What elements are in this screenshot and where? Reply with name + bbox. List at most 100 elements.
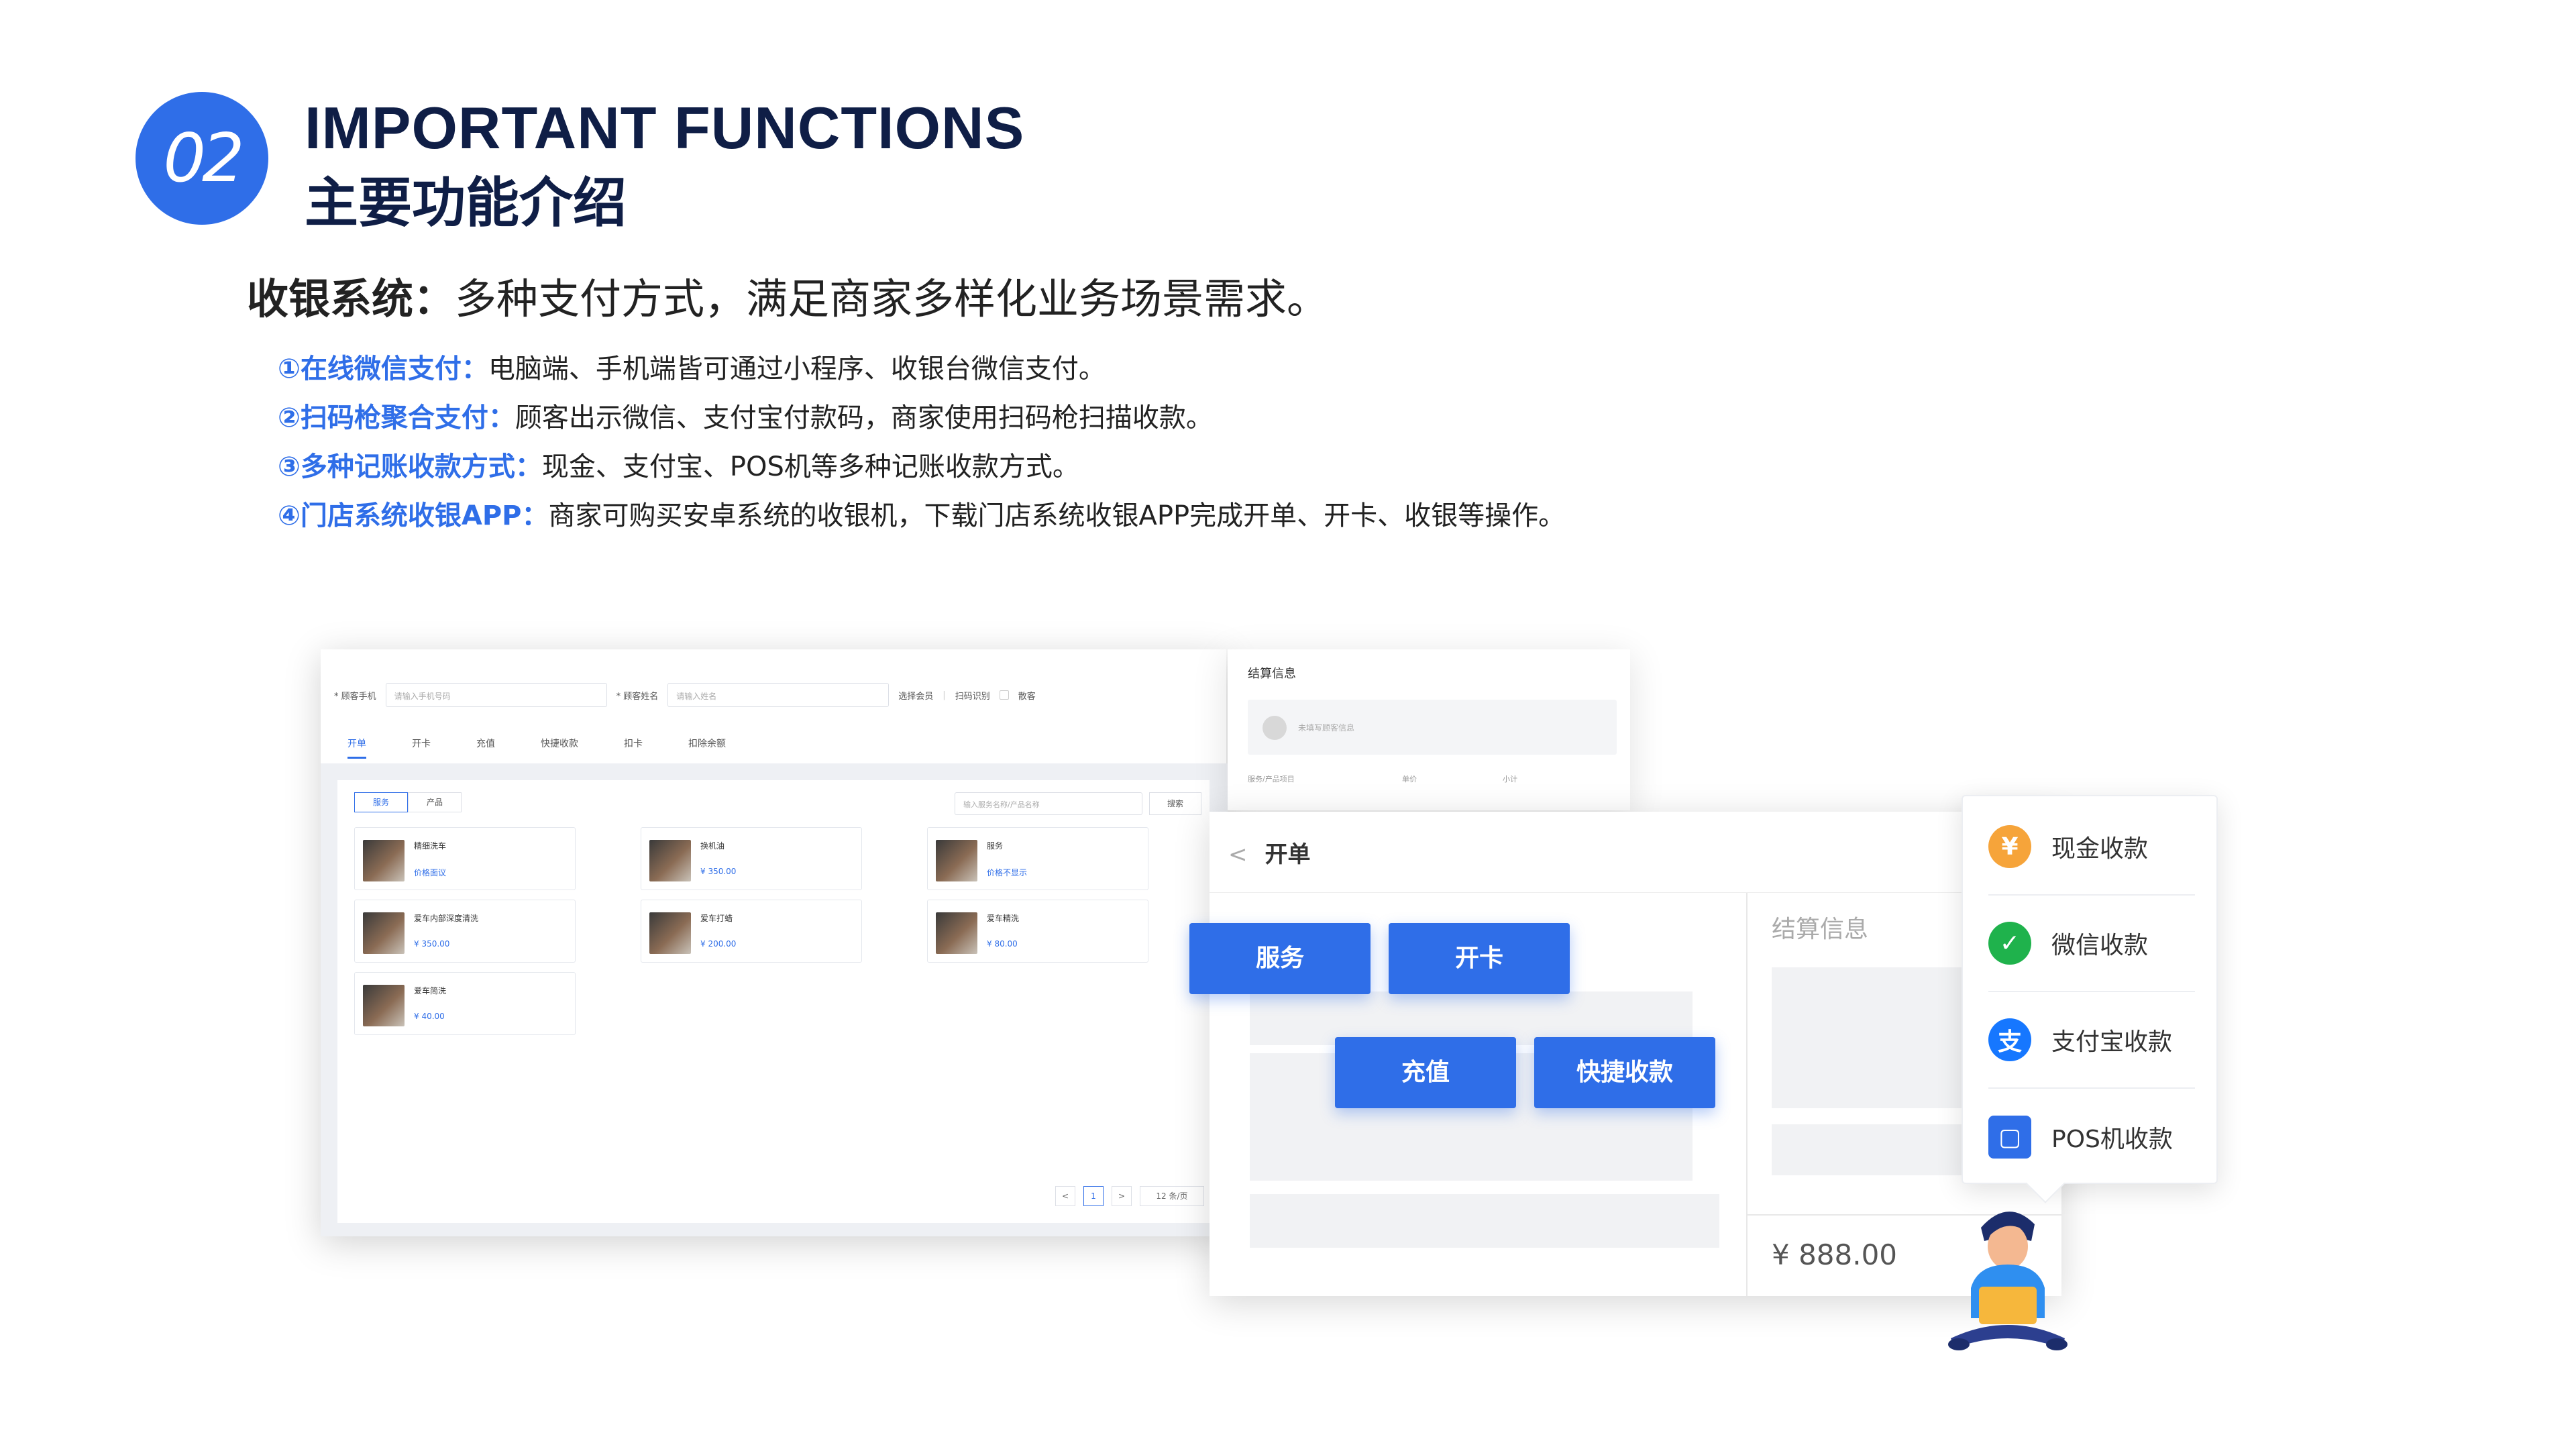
payment-alipay[interactable]: 支 支付宝收款 (1988, 992, 2195, 1089)
feature-list: ①在线微信支付：电脑端、手机端皆可通过小程序、收银台微信支付。 ②扫码枪聚合支付… (278, 349, 1565, 545)
service-card[interactable]: 爱车打蜡 ¥ 200.00 (641, 900, 862, 963)
service-card[interactable]: 爱车内部深度清洗 ¥ 350.00 (354, 900, 576, 963)
payment-label: 现金收款 (2051, 835, 2149, 863)
column-divider (1746, 893, 1748, 1296)
member-placeholder: 未填写顾客信息 (1298, 723, 1355, 733)
feature-key: ④门店系统收银APP： (278, 500, 549, 531)
payment-pos[interactable]: ▢ POS机收款 (1988, 1089, 2195, 1185)
feature-item: ②扫码枪聚合支付：顾客出示微信、支付宝付款码，商家使用扫码枪扫描收款。 (278, 398, 1565, 447)
walk-in-label: 散客 (1018, 691, 1036, 702)
service-name: 精细洗车 (414, 841, 447, 851)
page-number[interactable]: 1 (1083, 1186, 1104, 1206)
name-label: * 顾客姓名 (616, 691, 659, 702)
tab-open-order[interactable]: 开单 (347, 737, 366, 759)
service-button[interactable]: 服务 (1189, 923, 1371, 994)
service-price: ¥ 80.00 (987, 939, 1018, 949)
service-card[interactable]: 精细洗车 价格面议 (354, 827, 576, 890)
tab-quick-pay[interactable]: 快捷收款 (541, 737, 578, 759)
recharge-button[interactable]: 充值 (1335, 1037, 1516, 1108)
feature-key: ①在线微信支付： (278, 354, 488, 384)
total-price: ¥ 888.00 (1772, 1238, 1898, 1271)
tab-deduct-card[interactable]: 扣卡 (624, 737, 643, 759)
member-box: 未填写顾客信息 (1248, 700, 1617, 755)
scan-card-link[interactable]: 扫码识别 (955, 689, 990, 702)
col-unit-price: 单价 (1402, 775, 1417, 784)
window-title: 开单 (1265, 841, 1311, 868)
service-name: 爱车精洗 (987, 914, 1020, 923)
header-divider (1210, 892, 2061, 893)
title-english: IMPORTANT FUNCTIONS (305, 95, 1025, 161)
service-name: 服务 (987, 841, 1004, 851)
feature-text: 电脑端、手机端皆可通过小程序、收银台微信支付。 (488, 354, 1106, 384)
payment-method-menu: ¥ 现金收款 ✓ 微信收款 支 支付宝收款 ▢ POS机收款 (1962, 795, 2218, 1184)
col-item: 服务/产品项目 (1248, 775, 1295, 784)
feature-item: ①在线微信支付：电脑端、手机端皆可通过小程序、收银台微信支付。 (278, 349, 1565, 398)
person-with-laptop-illustration (1948, 1212, 2068, 1350)
col-subtotal: 小计 (1503, 775, 1517, 784)
payment-label: 微信收款 (2051, 932, 2149, 959)
placeholder-block (1250, 1194, 1719, 1248)
payment-label: 支付宝收款 (2051, 1028, 2173, 1056)
subtitle-key: 收银系统： (247, 274, 455, 323)
select-member-link[interactable]: 选择会员 (898, 689, 933, 702)
search-button[interactable]: 搜索 (1149, 792, 1201, 815)
phone-label: * 顾客手机 (334, 691, 376, 702)
tab-open-card[interactable]: 开卡 (412, 737, 431, 759)
pos-icon: ▢ (1988, 1116, 2031, 1159)
service-name: 爱车打蜡 (700, 914, 733, 923)
feature-key: ②扫码枪聚合支付： (278, 402, 515, 433)
service-image (936, 840, 977, 881)
service-card[interactable]: 爱车简洗 ¥ 40.00 (354, 972, 576, 1035)
alipay-icon: 支 (1988, 1018, 2031, 1061)
service-name: 爱车内部深度清洗 (414, 914, 479, 923)
service-image (649, 840, 691, 881)
service-image (363, 985, 405, 1026)
wechat-icon: ✓ (1988, 922, 2031, 965)
order-tabs: 开单 开卡 充值 快捷收款 扣卡 扣除余额 (347, 737, 726, 759)
payment-wechat[interactable]: ✓ 微信收款 (1988, 896, 2195, 992)
service-image (649, 912, 691, 954)
feature-text: 顾客出示微信、支付宝付款码，商家使用扫码枪扫描收款。 (515, 402, 1213, 433)
service-price: ¥ 350.00 (700, 867, 737, 876)
settlement-title: 结算信息 (1772, 916, 1869, 943)
name-input[interactable]: 请输入姓名 (667, 683, 890, 707)
service-card[interactable]: 换机油 ¥ 350.00 (641, 827, 862, 890)
payment-cash[interactable]: ¥ 现金收款 (1988, 799, 2195, 896)
phone-input[interactable]: 请输入手机号码 (385, 683, 607, 707)
service-name: 换机油 (700, 841, 725, 851)
prev-page-button[interactable]: < (1055, 1186, 1075, 1206)
walk-in-checkbox[interactable] (999, 690, 1009, 700)
service-price: ¥ 200.00 (700, 939, 737, 949)
tab-recharge[interactable]: 充值 (476, 737, 495, 759)
service-price: ¥ 350.00 (414, 939, 450, 949)
customer-form: * 顾客手机 请输入手机号码 * 顾客姓名 请输入姓名 选择会员 | 扫码识别 … (334, 683, 1036, 707)
title-chinese: 主要功能介绍 (305, 172, 627, 234)
service-price: 价格面议 (414, 868, 447, 877)
feature-item: ③多种记账收款方式：现金、支付宝、POS机等多种记账收款方式。 (278, 447, 1565, 496)
service-card[interactable]: 爱车精洗 ¥ 80.00 (927, 900, 1148, 963)
open-card-button[interactable]: 开卡 (1389, 923, 1570, 994)
next-page-button[interactable]: > (1112, 1186, 1132, 1206)
quick-pay-button[interactable]: 快捷收款 (1534, 1037, 1715, 1108)
subtitle-text: 多种支付方式，满足商家多样化业务场景需求。 (455, 274, 1329, 323)
tab-deduct-balance[interactable]: 扣除余额 (688, 737, 726, 759)
service-card[interactable]: 服务 价格不显示 (927, 827, 1148, 890)
seg-service[interactable]: 服务 (354, 792, 408, 812)
settlement-title: 结算信息 (1248, 667, 1296, 681)
yen-icon: ¥ (1988, 825, 2031, 868)
seg-product[interactable]: 产品 (408, 792, 462, 812)
service-price: 价格不显示 (987, 868, 1028, 877)
window-header: < 开单 (1228, 836, 1311, 869)
feature-text: 现金、支付宝、POS机等多种记账收款方式。 (541, 451, 1079, 482)
service-image (936, 912, 977, 954)
page-size-select[interactable]: 12 条/页 (1140, 1186, 1204, 1206)
settlement-columns: 服务/产品项目 单价 小计 (1248, 773, 1617, 784)
pagination: < 1 > 12 条/页 (1055, 1186, 1204, 1206)
product-panel: 服务 产品 输入服务名称/产品名称 搜索 精细洗车价格面议 换机油 ¥ 350.0… (337, 780, 1210, 1223)
subtitle: 收银系统：多种支付方式，满足商家多样化业务场景需求。 (247, 265, 1328, 325)
feature-text: 商家可购买安卓系统的收银机，下载门店系统收银APP完成开单、开卡、收银等操作。 (548, 500, 1566, 531)
product-search-input[interactable]: 输入服务名称/产品名称 (955, 792, 1142, 815)
service-image (363, 912, 405, 954)
feature-key: ③多种记账收款方式： (278, 451, 542, 482)
back-chevron-icon[interactable]: < (1228, 841, 1248, 868)
